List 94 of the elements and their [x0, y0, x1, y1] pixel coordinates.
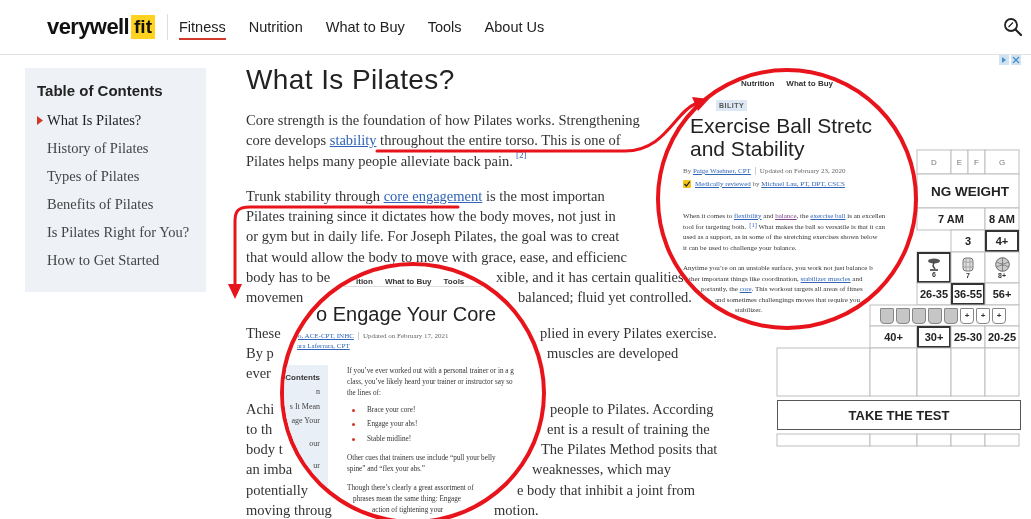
paragraph-text: body t — [246, 440, 283, 460]
citation-link[interactable]: [2] — [515, 149, 527, 160]
barrel-icon — [962, 256, 974, 272]
paragraph-text: The Pilates Method posits that — [541, 440, 718, 460]
column-letter: F — [968, 150, 985, 174]
table-heading: NG WEIGHT — [917, 174, 1019, 208]
cup-option[interactable] — [896, 307, 910, 324]
table-cell[interactable]: 40+ — [870, 326, 917, 348]
paragraph-text: weaknesses, which may — [532, 460, 671, 480]
table-cell[interactable]: 8 AM — [985, 208, 1019, 230]
paragraph-text: people to Pilates. According — [550, 399, 714, 419]
paragraph-text: moving throug — [246, 501, 332, 519]
nav-tab[interactable]: Tools — [427, 14, 462, 40]
nav-link[interactable]: Nutrition — [741, 78, 775, 88]
text-link[interactable]: stability — [329, 132, 377, 149]
contents-link[interactable]: our — [309, 436, 320, 451]
cup-option[interactable] — [880, 307, 894, 324]
ad-choices-icon[interactable] — [999, 55, 1021, 65]
paragraph-text: Pilates helps many people alleviate back pain. [2] — [246, 150, 527, 171]
nav-tab[interactable]: Nutrition — [248, 14, 303, 40]
logo-badge[interactable]: fit — [131, 15, 155, 39]
ball-icon — [994, 256, 1010, 272]
contents-link[interactable]: age Your — [291, 414, 320, 429]
contents-link[interactable]: s It Mean — [289, 399, 320, 414]
paragraph-text: ever — [246, 364, 271, 384]
toc-link[interactable]: Is Pilates Right for You? — [37, 218, 198, 246]
nav-link[interactable]: What to Buy — [384, 277, 432, 286]
paragraph-text: muscles are developed — [547, 343, 679, 363]
paragraph-text: or gym but in daily life. For Joseph Pilates, the goal was to creat — [246, 227, 620, 247]
cup-option[interactable] — [928, 307, 942, 324]
paragraph-text: core develops stability throughout the entire torso. This is one of — [246, 131, 621, 151]
search-icon[interactable] — [1003, 17, 1023, 37]
toc-link[interactable]: History of Pilates — [37, 134, 198, 162]
article-title: o Engage Your Core — [316, 302, 497, 326]
table-cell[interactable]: 56+ — [985, 283, 1019, 305]
paragraph-text: xible, and it has certain qualities — [496, 269, 684, 288]
paragraph-text: body has to be — [246, 268, 331, 288]
paragraph-text: plied in every Pilates exercise. — [540, 323, 717, 343]
table-cell[interactable]: 30+ — [917, 326, 951, 348]
paragraph-text: potentially — [246, 480, 308, 500]
paragraph-text: balanced; fluid yet controlled. — [518, 288, 692, 308]
contents-link[interactable]: ur — [313, 459, 320, 474]
cup-option[interactable]: + — [960, 307, 974, 324]
column-letter: D — [917, 150, 951, 174]
nav-tab[interactable]: About Us — [484, 14, 545, 40]
cup-option[interactable]: + — [992, 307, 1006, 324]
paragraph-text: Achi — [246, 399, 275, 419]
toc-link[interactable]: Benefits of Pilates — [37, 190, 198, 218]
paragraph-text: Trunk stability through core engagement is the most importan — [246, 186, 605, 206]
checkmark-icon — [683, 180, 691, 188]
table-cell[interactable]: 20-25 — [985, 326, 1019, 348]
cup-option[interactable] — [912, 307, 926, 324]
paragraph-text: These — [246, 323, 281, 343]
paragraph-text: e body that inhibit a joint from — [517, 480, 695, 500]
paragraph-text: By p — [246, 343, 274, 363]
bonsai-icon — [927, 257, 941, 271]
cup-option[interactable] — [944, 307, 958, 324]
article-heading: What Is Pilates? — [246, 63, 456, 97]
toc-link[interactable]: How to Get Started — [37, 246, 198, 274]
table-cell[interactable]: 7 AM — [917, 208, 985, 230]
table-cell[interactable]: 36-55 — [951, 283, 985, 305]
nav-link[interactable]: What to Buy — [786, 78, 833, 88]
column-letter: G — [985, 150, 1019, 174]
table-cell[interactable]: 3 — [951, 230, 985, 252]
bullet-icon — [352, 423, 355, 427]
table-cell[interactable]: 26-35 — [917, 283, 951, 305]
cup-option[interactable]: + — [976, 307, 990, 324]
logo-text[interactable]: verywell — [47, 14, 130, 40]
toc-title: Table of Contents — [37, 82, 164, 99]
paragraph-text: ent is a result of training the — [547, 419, 710, 439]
paragraph-text: Pilates training since it dictates how the body moves, not just in — [246, 207, 616, 227]
toc-link[interactable]: What Is Pilates? — [37, 106, 198, 134]
nav-tab[interactable]: Fitness — [179, 14, 226, 40]
table-cell[interactable]: 25-30 — [951, 326, 985, 348]
nav-tab[interactable]: What to Buy — [325, 14, 405, 40]
nav-link[interactable]: ition — [356, 277, 373, 286]
paragraph-text: that would allow the body to move with grace, ease, and efficienc — [246, 247, 628, 267]
contents-title: Contents — [285, 372, 320, 384]
nav-link[interactable]: Tools — [443, 277, 465, 286]
bullet-icon — [352, 437, 355, 441]
paragraph-text: an imba — [246, 460, 293, 480]
table-cell[interactable]: 4+ — [985, 230, 1019, 252]
take-test-button[interactable]: TAKE THE TEST — [777, 400, 1021, 430]
paragraph-text: motion. — [494, 501, 539, 519]
text-link[interactable]: core engagement — [383, 187, 483, 204]
current-marker-icon — [37, 116, 43, 125]
paragraph-text: to th — [246, 419, 273, 439]
paragraph-text: Core strength is the foundation of how Pilates works. Strengthening — [246, 111, 640, 130]
paragraph-text: movemen — [246, 288, 304, 308]
toc-link[interactable]: Types of Pilates — [37, 162, 198, 190]
column-letter: E — [951, 150, 968, 174]
contents-link[interactable]: n — [316, 385, 320, 400]
bullet-icon — [352, 408, 355, 412]
article-title: Exercise Ball Stretc and Stability — [690, 114, 873, 160]
